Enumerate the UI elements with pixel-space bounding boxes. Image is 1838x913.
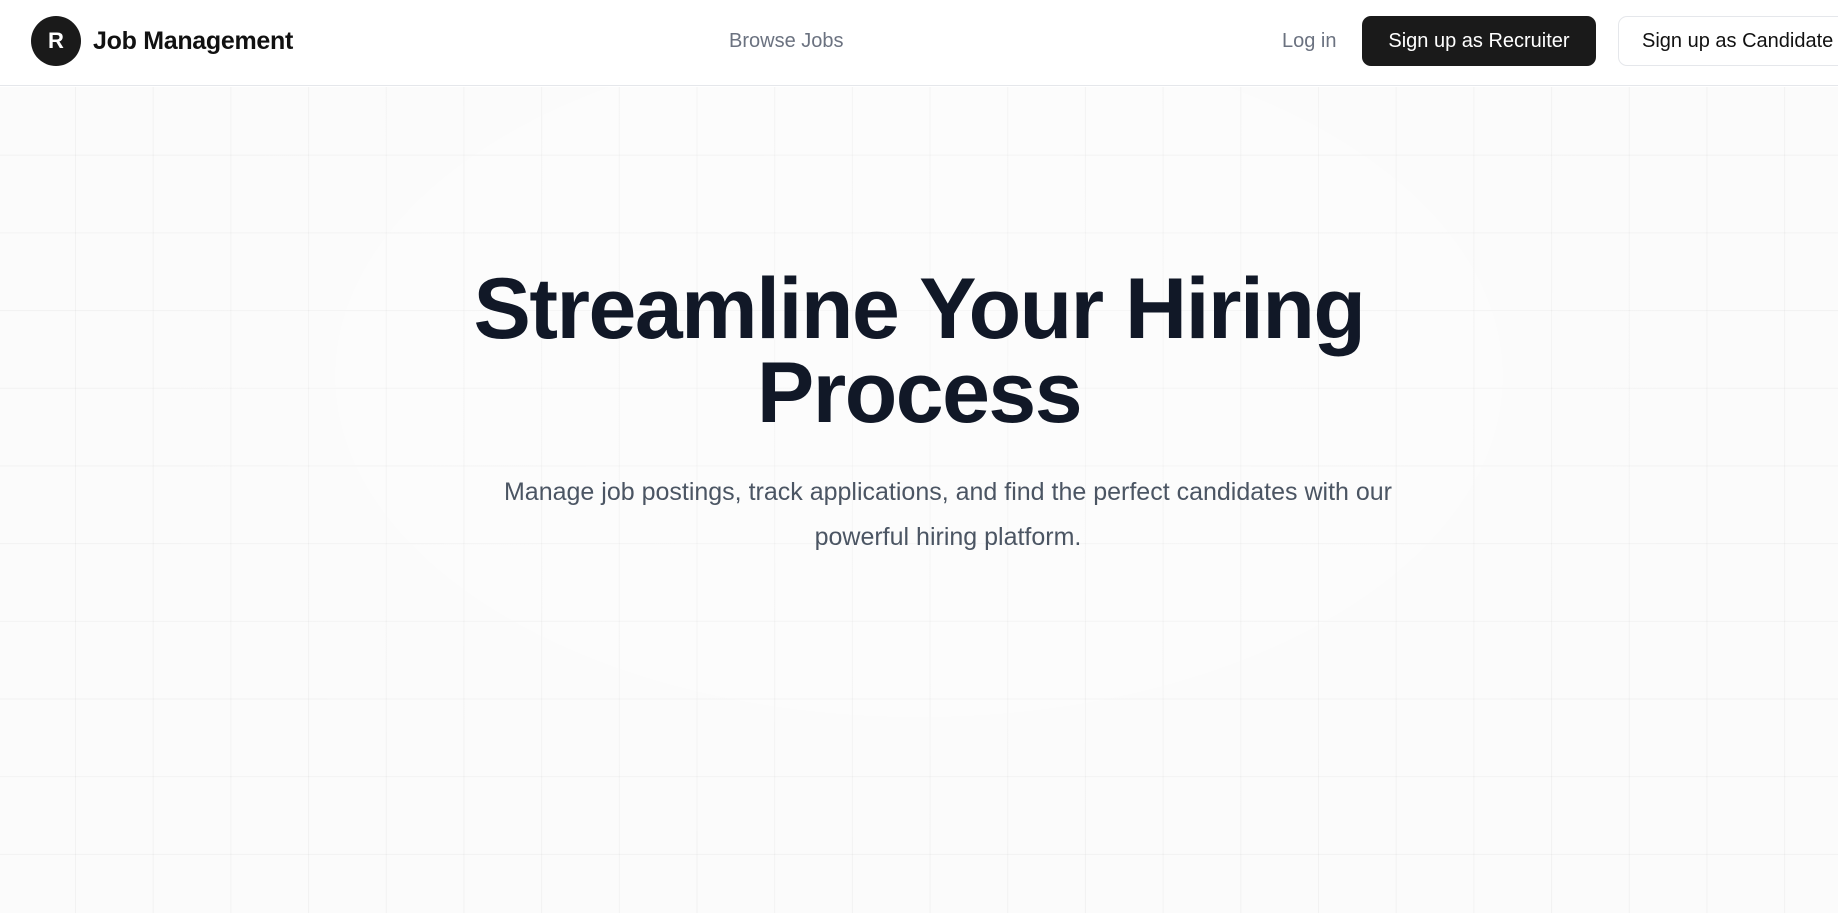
signup-candidate-button[interactable]: Sign up as Candidate: [1618, 16, 1838, 66]
hero-section: Streamline Your Hiring Process Manage jo…: [0, 87, 1838, 913]
hero-headline: Streamline Your Hiring Process: [419, 266, 1419, 436]
nav-link-browse-jobs[interactable]: Browse Jobs: [729, 28, 844, 54]
hero-headline-line-2: Process: [756, 345, 1083, 441]
signup-recruiter-label: Sign up as Recruiter: [1388, 29, 1570, 52]
brand-logo-icon: R: [31, 16, 81, 66]
hero-headline-line-1: Streamline Your Hiring: [473, 261, 1366, 357]
signup-candidate-label: Sign up as Candidate: [1642, 29, 1834, 52]
top-navigation-bar: R Job Management Browse Jobs Log in Sign…: [0, 0, 1838, 86]
brand-logo-letter: R: [48, 28, 64, 53]
brand-link[interactable]: R Job Management: [31, 16, 293, 66]
hero-subheadline: Manage job postings, track applications,…: [503, 478, 1393, 551]
login-link[interactable]: Log in: [1282, 28, 1337, 54]
signup-recruiter-button[interactable]: Sign up as Recruiter: [1362, 16, 1596, 66]
brand-name: Job Management: [93, 26, 293, 55]
